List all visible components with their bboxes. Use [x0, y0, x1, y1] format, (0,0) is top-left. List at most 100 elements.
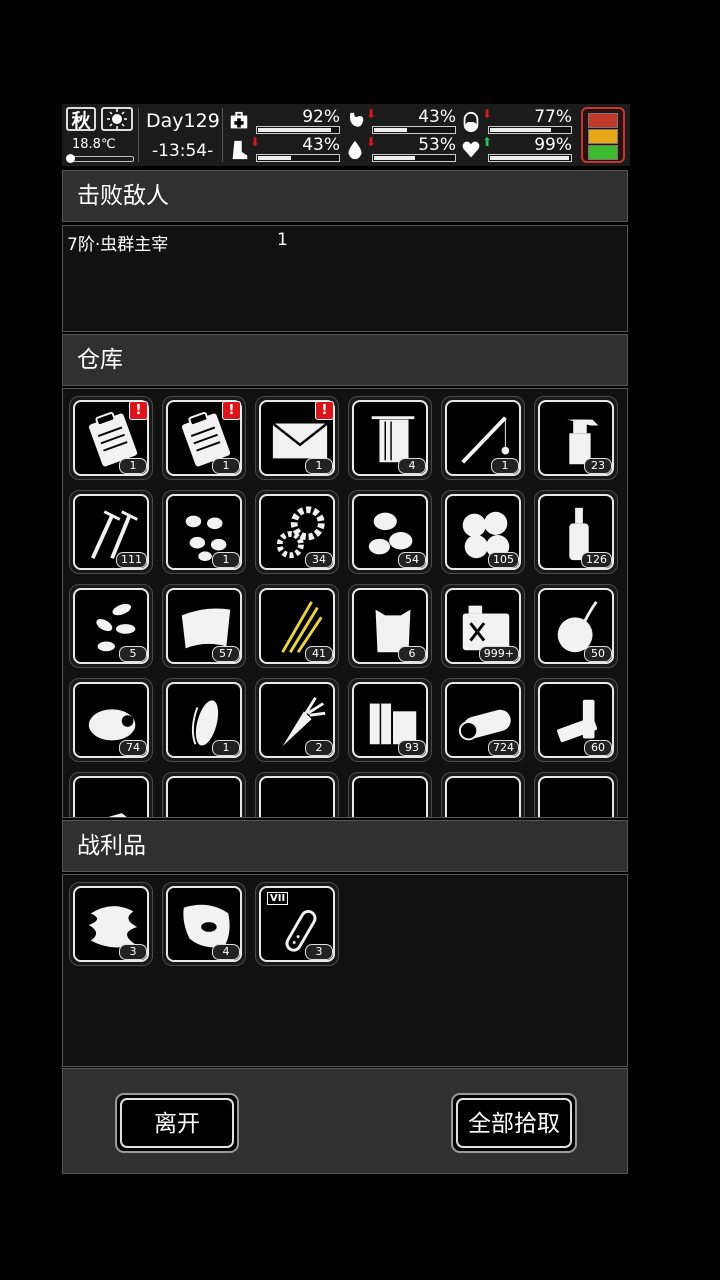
- warehouse-item-slot[interactable]: 93: [348, 678, 432, 762]
- warehouse-item-slot[interactable]: 126: [534, 490, 618, 574]
- item-count-badge: 93: [398, 740, 426, 756]
- thirst-value: 53%: [418, 135, 456, 155]
- temperature: 18.8℃: [72, 137, 116, 152]
- warehouse-item-slot[interactable]: 74: [69, 678, 153, 762]
- warehouse-item-slot[interactable]: 60: [534, 678, 618, 762]
- item-count-badge: 23: [584, 458, 612, 474]
- sanity-value: 77%: [534, 107, 572, 127]
- mood-stat: ⬆ 99%: [460, 135, 572, 164]
- arrow-up-icon: ⬆: [482, 135, 493, 149]
- item-count-badge: 5: [119, 646, 147, 662]
- warehouse-item-slot[interactable]: [69, 772, 153, 817]
- warehouse-item-slot[interactable]: 1!: [255, 396, 339, 480]
- warehouse-item-slot[interactable]: 1: [162, 490, 246, 574]
- health-stat: 92%: [228, 107, 340, 136]
- pill-icon: [463, 111, 479, 133]
- warehouse-item-slot[interactable]: 50: [534, 584, 618, 668]
- game-clock: -13:54-: [152, 141, 214, 161]
- alert-badge-icon: !: [129, 401, 148, 420]
- loot-item-slot[interactable]: 3: [69, 882, 153, 966]
- warehouse-item-slot[interactable]: 54: [348, 490, 432, 574]
- item-count-badge: 1: [491, 458, 519, 474]
- footer-bar: 离开 全部拾取: [62, 1068, 628, 1174]
- warehouse-item-slot[interactable]: 999+: [441, 584, 525, 668]
- warehouse-item-slot[interactable]: [255, 772, 339, 817]
- item-count-badge: 57: [212, 646, 240, 662]
- loot-grid[interactable]: 3 4 VII 3: [62, 874, 628, 1067]
- loot-item-slot[interactable]: 4: [162, 882, 246, 966]
- warehouse-item-slot[interactable]: 724: [441, 678, 525, 762]
- loot-header: 战利品: [62, 820, 628, 872]
- pickup-all-button-label: 全部拾取: [456, 1098, 572, 1148]
- warehouse-item-slot[interactable]: [162, 772, 246, 817]
- item-count-badge: 1: [119, 458, 147, 474]
- warehouse-item-slot[interactable]: 41: [255, 584, 339, 668]
- item-count-badge: 1: [212, 552, 240, 568]
- item-count-badge: 1: [305, 458, 333, 474]
- item-count-badge: 4: [212, 944, 240, 960]
- hunger-stat: ⬇ 43%: [344, 107, 456, 136]
- pot-icon: [269, 784, 331, 817]
- stamina-stat: ⬇ 43%: [228, 135, 340, 164]
- warehouse-item-slot[interactable]: 23: [534, 396, 618, 480]
- defeated-enemies-header: 击败敌人: [62, 170, 628, 222]
- item-count-badge: 6: [398, 646, 426, 662]
- item-count-badge: 1: [212, 458, 240, 474]
- warehouse-item-slot[interactable]: 5: [69, 584, 153, 668]
- boot-icon: [232, 140, 248, 160]
- warehouse-header: 仓库: [62, 334, 628, 386]
- warehouse-item-slot[interactable]: 4: [348, 396, 432, 480]
- item-count-badge: 3: [305, 944, 333, 960]
- thirst-bar: [372, 154, 456, 162]
- pickup-all-button[interactable]: 全部拾取: [451, 1093, 577, 1153]
- sun-icon: [101, 107, 133, 131]
- thermometer-icon: [66, 154, 134, 163]
- item-count-badge: 105: [488, 552, 519, 568]
- stamina-bar: [256, 154, 340, 162]
- loot-item-slot[interactable]: VII 3: [255, 882, 339, 966]
- warehouse-item-slot[interactable]: 34: [255, 490, 339, 574]
- item-count-badge: 60: [584, 740, 612, 756]
- warehouse-item-slot[interactable]: 1: [441, 396, 525, 480]
- warehouse-item-slot[interactable]: 1: [162, 678, 246, 762]
- battery-indicator: [581, 107, 625, 163]
- day-counter: Day129: [146, 110, 220, 132]
- item-count-badge: 74: [119, 740, 147, 756]
- bullets-icon: [176, 784, 238, 817]
- paper-icon: [108, 813, 127, 817]
- pills-icon: [362, 784, 424, 817]
- warehouse-item-slot[interactable]: [534, 772, 618, 817]
- item-count-badge: 1: [212, 740, 240, 756]
- alert-badge-icon: !: [222, 401, 241, 420]
- enemy-count: 1: [277, 230, 288, 250]
- item-count-badge: 3: [119, 944, 147, 960]
- warehouse-item-slot[interactable]: 2: [255, 678, 339, 762]
- enemy-name: 7阶·虫群主宰: [67, 235, 169, 255]
- thirst-stat: ⬇ 53%: [344, 135, 456, 164]
- arrow-down-icon: ⬇: [366, 107, 377, 121]
- warehouse-item-slot[interactable]: 1!: [162, 396, 246, 480]
- warehouse-item-slot[interactable]: 57: [162, 584, 246, 668]
- mood-value: 99%: [534, 135, 572, 155]
- item-count-badge: 2: [305, 740, 333, 756]
- warehouse-item-slot[interactable]: [441, 772, 525, 817]
- arrow-down-icon: ⬇: [366, 135, 377, 149]
- leave-button[interactable]: 离开: [115, 1093, 239, 1153]
- mood-bar: [488, 154, 572, 162]
- warehouse-item-slot[interactable]: 1!: [69, 396, 153, 480]
- medkit-icon: [230, 111, 248, 129]
- item-count-badge: 126: [581, 552, 612, 568]
- health-bar: [256, 126, 340, 134]
- heart-icon: [462, 141, 480, 158]
- fan-icon: [455, 784, 517, 817]
- warehouse-item-slot[interactable]: 111: [69, 490, 153, 574]
- stamina-value: 43%: [302, 135, 340, 155]
- warehouse-item-slot[interactable]: [348, 772, 432, 817]
- season-indicator: 秋: [66, 107, 96, 132]
- warehouse-item-slot[interactable]: 6: [348, 584, 432, 668]
- leave-button-label: 离开: [120, 1098, 234, 1148]
- warehouse-grid[interactable]: 1! 1! 1! 4 1 23 111 1 34 54 105 126 5 57 41 6 999+ 50 74 1 2…: [62, 388, 628, 818]
- warehouse-item-slot[interactable]: 105: [441, 490, 525, 574]
- item-grade-label: VII: [267, 892, 289, 905]
- health-value: 92%: [302, 107, 340, 127]
